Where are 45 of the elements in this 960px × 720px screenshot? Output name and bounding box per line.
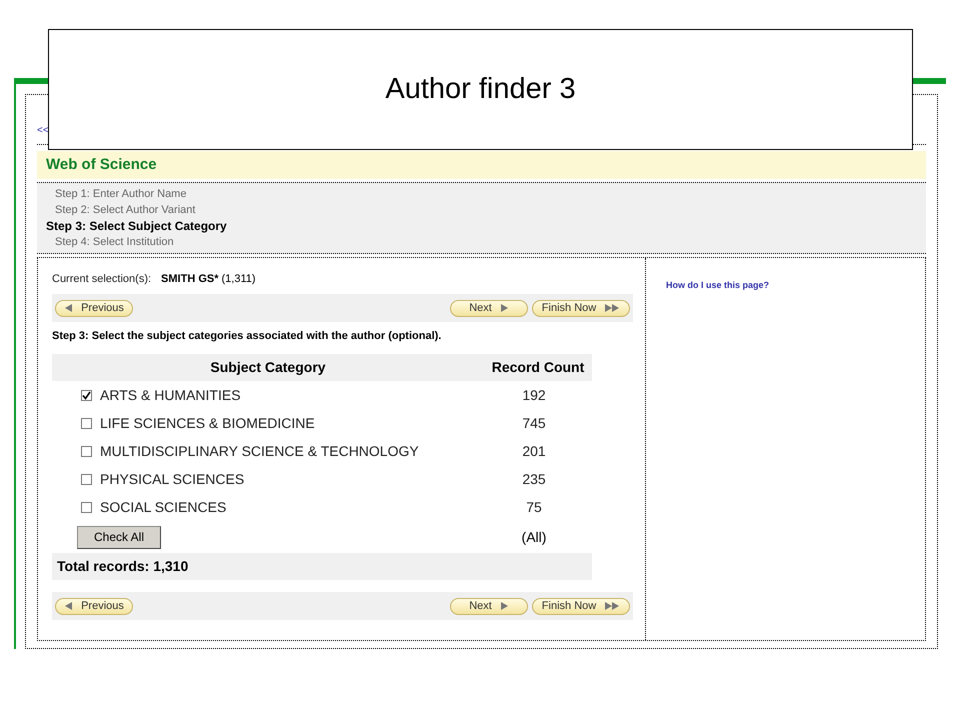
next-button[interactable]: Next bbox=[450, 598, 528, 614]
finish-now-button[interactable]: Finish Now bbox=[532, 300, 630, 316]
triangle-icon bbox=[500, 601, 509, 611]
triangle-icon bbox=[64, 601, 74, 611]
all-label: (All) bbox=[520, 528, 548, 547]
category-checkbox[interactable] bbox=[81, 474, 92, 484]
previous-button[interactable]: Previous bbox=[55, 300, 133, 316]
category-label: PHYSICAL SCIENCES bbox=[100, 470, 244, 488]
step-item: Step 4: Select Institution bbox=[54, 235, 175, 250]
check-all-button[interactable]: Check All bbox=[77, 526, 161, 548]
check-icon bbox=[82, 390, 91, 400]
step-item: Step 1: Enter Author Name bbox=[54, 187, 188, 202]
total-records: Total records: 1,310 bbox=[57, 557, 188, 576]
step-item: Step 2: Select Author Variant bbox=[54, 203, 196, 218]
instruction-text: Step 3: Select the subject categories associated with the author (optional). bbox=[52, 329, 442, 343]
selection-count: (1,311) bbox=[222, 272, 256, 286]
column-header: Subject Category bbox=[209, 358, 327, 377]
selection-label: Current selection(s): bbox=[52, 272, 152, 286]
category-checkbox[interactable] bbox=[81, 418, 92, 428]
category-checkbox[interactable] bbox=[81, 390, 92, 400]
record-count: 75 bbox=[525, 498, 543, 516]
selection-name: SMITH GS* bbox=[161, 272, 218, 286]
double-triangle-icon bbox=[604, 303, 620, 313]
category-checkbox[interactable] bbox=[81, 446, 92, 456]
category-checkbox[interactable] bbox=[81, 502, 92, 512]
record-count: 192 bbox=[521, 386, 547, 404]
double-triangle-icon bbox=[604, 601, 620, 611]
category-label: LIFE SCIENCES & BIOMEDICINE bbox=[100, 414, 315, 432]
product-title: Web of Science bbox=[46, 154, 157, 174]
record-count: 235 bbox=[521, 470, 547, 488]
category-label: SOCIAL SCIENCES bbox=[100, 498, 226, 516]
back-link[interactable]: << bbox=[37, 124, 49, 138]
record-count: 201 bbox=[521, 442, 547, 460]
finish-now-button[interactable]: Finish Now bbox=[532, 598, 630, 614]
previous-button[interactable]: Previous bbox=[55, 598, 133, 614]
category-label: ARTS & HUMANITIES bbox=[100, 386, 241, 404]
column-header: Record Count bbox=[490, 358, 586, 377]
help-link[interactable]: How do I use this page? bbox=[666, 280, 770, 290]
triangle-icon bbox=[64, 303, 74, 313]
triangle-icon bbox=[500, 303, 509, 313]
category-label: MULTIDISCIPLINARY SCIENCE & TECHNOLOGY bbox=[100, 442, 419, 460]
slide-title: Author finder 3 bbox=[385, 72, 576, 107]
next-button[interactable]: Next bbox=[450, 300, 528, 316]
record-count: 745 bbox=[521, 414, 547, 432]
step-item: Step 3: Select Subject Category bbox=[45, 218, 228, 234]
